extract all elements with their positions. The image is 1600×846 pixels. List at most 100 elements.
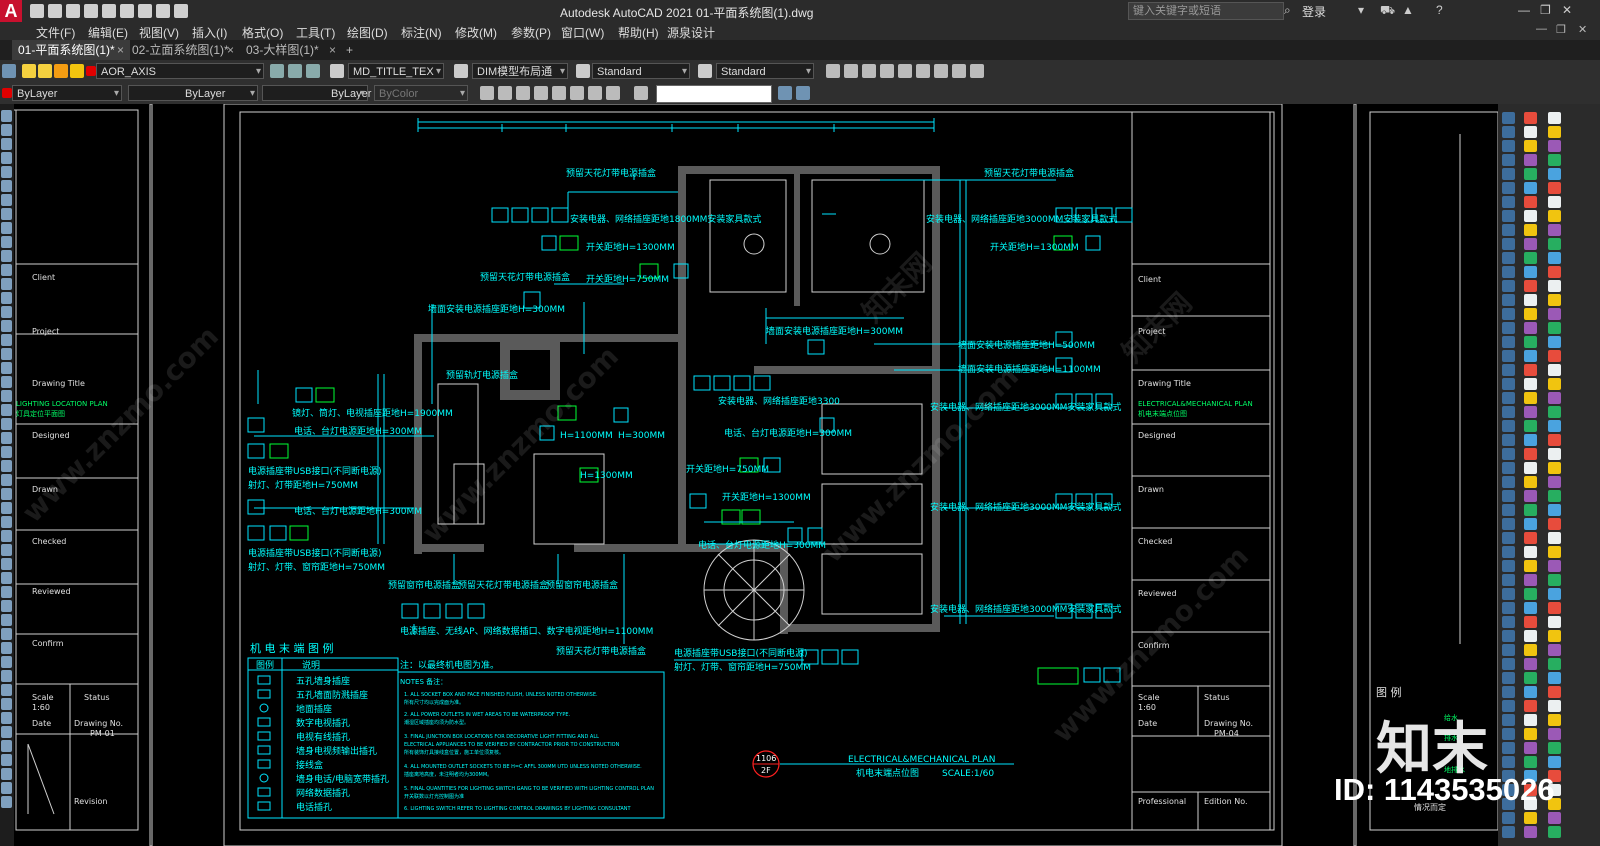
- tool-icon[interactable]: [1524, 546, 1537, 558]
- tool-icon[interactable]: [1502, 546, 1515, 558]
- tool-icon[interactable]: [1548, 644, 1561, 656]
- plotstyle-dropdown[interactable]: ByColor: [374, 85, 468, 102]
- match-properties-icon[interactable]: [480, 86, 494, 100]
- tool-icon[interactable]: [1548, 154, 1561, 166]
- layer-manager-icon[interactable]: [2, 64, 16, 78]
- tool-icon[interactable]: [1524, 616, 1537, 628]
- draw-tool-icon[interactable]: [1, 698, 12, 710]
- search-input[interactable]: 键入关键字或短语: [1128, 2, 1284, 20]
- tool-icon[interactable]: [1502, 196, 1515, 208]
- tool-icon[interactable]: [1548, 252, 1561, 264]
- tool-icon[interactable]: [1524, 196, 1537, 208]
- close-tab-icon[interactable]: ×: [227, 40, 234, 60]
- tool-icon[interactable]: [1502, 728, 1515, 740]
- tool-icon[interactable]: [1524, 364, 1537, 376]
- tool-icon[interactable]: [1502, 350, 1515, 362]
- sun-icon[interactable]: [38, 64, 52, 78]
- close-tab-icon[interactable]: ×: [117, 40, 124, 60]
- tool-icon[interactable]: [1502, 742, 1515, 754]
- named-views-icon[interactable]: [796, 86, 810, 100]
- draw-tool-icon[interactable]: [1, 754, 12, 766]
- tool-icon[interactable]: [1548, 266, 1561, 278]
- lock-icon[interactable]: [70, 64, 84, 78]
- tool-icon[interactable]: [1502, 700, 1515, 712]
- bulb-icon[interactable]: [22, 64, 36, 78]
- tool-icon[interactable]: [1502, 308, 1515, 320]
- tool-icon[interactable]: [1524, 140, 1537, 152]
- drawing-canvas[interactable]: Client Project Drawing Title LIGHTING LO…: [14, 104, 1498, 846]
- undo-icon[interactable]: [156, 4, 170, 18]
- tool-icon[interactable]: [1502, 658, 1515, 670]
- tool-icon[interactable]: [1502, 616, 1515, 628]
- view-icon[interactable]: [634, 86, 648, 100]
- draw-tool-icon[interactable]: [1, 796, 12, 808]
- dim-style-icon[interactable]: [454, 64, 468, 78]
- draw-tool-icon[interactable]: [1, 348, 12, 360]
- new-tab-button[interactable]: +: [344, 40, 360, 60]
- text-frame-icon[interactable]: [952, 64, 966, 78]
- tool-icon[interactable]: [1548, 364, 1561, 376]
- text-style-icon[interactable]: [330, 64, 344, 78]
- ortho-icon[interactable]: [606, 86, 620, 100]
- tool-icon[interactable]: [1524, 686, 1537, 698]
- tool-icon[interactable]: [1524, 518, 1537, 530]
- tool-icon[interactable]: [1502, 826, 1515, 838]
- tool-icon[interactable]: [1502, 392, 1515, 404]
- tool-icon[interactable]: [1548, 714, 1561, 726]
- tool-icon[interactable]: [1502, 420, 1515, 432]
- tool-icon[interactable]: [1524, 224, 1537, 236]
- tool-icon[interactable]: [1502, 112, 1515, 124]
- tool-icon[interactable]: [1548, 196, 1561, 208]
- table-icon[interactable]: [970, 64, 984, 78]
- tool-icon[interactable]: [1524, 700, 1537, 712]
- draw-tool-icon[interactable]: [1, 614, 12, 626]
- tool-icon[interactable]: [1502, 364, 1515, 376]
- tool-icon[interactable]: [1502, 756, 1515, 768]
- draw-tool-icon[interactable]: [1, 712, 12, 724]
- tool-icon[interactable]: [1524, 588, 1537, 600]
- tool-icon[interactable]: [1548, 700, 1561, 712]
- tool-icon[interactable]: [1548, 518, 1561, 530]
- tool-icon[interactable]: [1502, 462, 1515, 474]
- tool-icon[interactable]: [1548, 504, 1561, 516]
- menu-restore-icon[interactable]: ❐: [1556, 23, 1566, 36]
- new-file-icon[interactable]: [30, 4, 44, 18]
- tool-icon[interactable]: [1548, 420, 1561, 432]
- draw-tool-icon[interactable]: [1, 306, 12, 318]
- tool-icon[interactable]: [1548, 126, 1561, 138]
- layer-state-icon[interactable]: [306, 64, 320, 78]
- draw-tool-icon[interactable]: [1, 432, 12, 444]
- layer-dropdown[interactable]: AOR_AXIS: [96, 63, 264, 80]
- draw-tool-icon[interactable]: [1, 628, 12, 640]
- tool-icon[interactable]: [1502, 378, 1515, 390]
- tool-icon[interactable]: [1548, 238, 1561, 250]
- table-style-icon[interactable]: [576, 64, 590, 78]
- draw-tool-icon[interactable]: [1, 110, 12, 122]
- tool-icon[interactable]: [1502, 406, 1515, 418]
- menu-view[interactable]: 视图(V): [139, 24, 179, 41]
- help-icon[interactable]: ?: [1436, 3, 1443, 17]
- menu-insert[interactable]: 插入(I): [192, 24, 227, 41]
- tool-icon[interactable]: [1502, 252, 1515, 264]
- draw-tool-icon[interactable]: [1, 222, 12, 234]
- command-field[interactable]: [656, 85, 772, 103]
- tool-icon[interactable]: [1548, 378, 1561, 390]
- tool-icon[interactable]: [1502, 448, 1515, 460]
- draw-tool-icon[interactable]: [1, 264, 12, 276]
- tool-icon[interactable]: [1548, 672, 1561, 684]
- draw-tool-icon[interactable]: [1, 558, 12, 570]
- tool-icon[interactable]: [1524, 308, 1537, 320]
- menu-close-icon[interactable]: ✕: [1578, 23, 1587, 36]
- tool-icon[interactable]: [1502, 294, 1515, 306]
- tool-icon[interactable]: [1502, 560, 1515, 572]
- tool-icon[interactable]: [1524, 378, 1537, 390]
- tool-icon[interactable]: [1502, 434, 1515, 446]
- open-web-icon[interactable]: [102, 4, 116, 18]
- open-file-icon[interactable]: [48, 4, 62, 18]
- tool-icon[interactable]: [1524, 294, 1537, 306]
- draw-tool-icon[interactable]: [1, 474, 12, 486]
- tool-icon[interactable]: [1502, 518, 1515, 530]
- cart-icon[interactable]: ⛟: [1380, 3, 1395, 19]
- draw-tool-icon[interactable]: [1, 152, 12, 164]
- freeze-icon[interactable]: [54, 64, 68, 78]
